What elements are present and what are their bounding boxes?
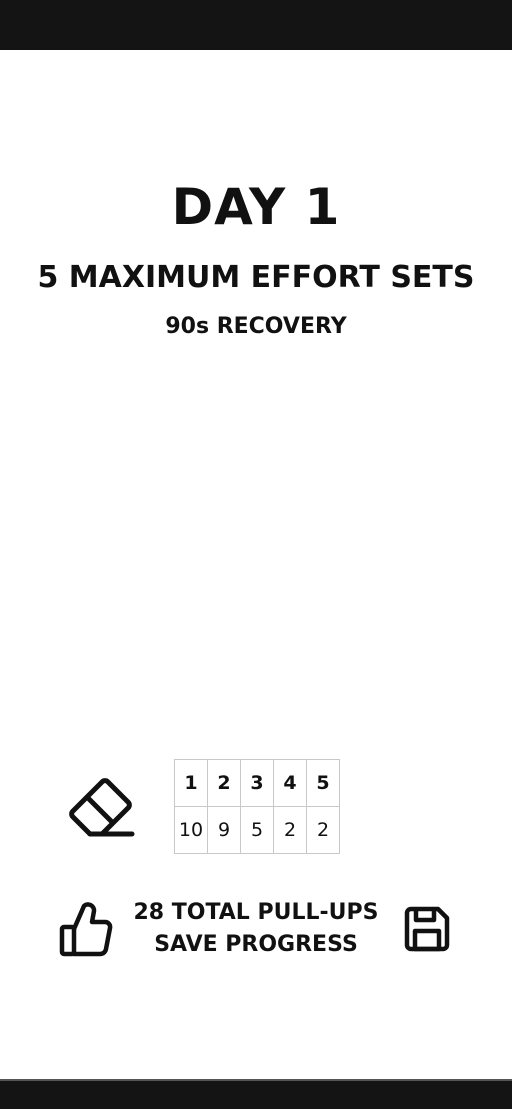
thumbs-up-icon[interactable] xyxy=(58,900,114,958)
set-reps[interactable]: 10 xyxy=(174,806,208,854)
navigation-bar xyxy=(0,1079,512,1109)
set-reps[interactable]: 5 xyxy=(240,806,274,854)
page-title: DAY 1 xyxy=(171,178,341,236)
set-number: 1 xyxy=(174,759,208,807)
set-reps[interactable]: 2 xyxy=(273,806,307,854)
set-number: 2 xyxy=(207,759,241,807)
floppy-disk-icon[interactable] xyxy=(402,904,452,954)
set-number: 4 xyxy=(273,759,307,807)
status-bar xyxy=(0,0,512,50)
set-number: 5 xyxy=(306,759,340,807)
set-reps[interactable]: 9 xyxy=(207,806,241,854)
total-pullups: 28 TOTAL PULL-UPS xyxy=(133,900,379,925)
set-reps[interactable]: 2 xyxy=(306,806,340,854)
sets-table: 1 2 3 4 5 10 9 5 2 2 xyxy=(174,759,340,854)
save-progress-button[interactable]: SAVE PROGRESS xyxy=(132,929,380,961)
set-number: 3 xyxy=(240,759,274,807)
recovery-time: 90s RECOVERY xyxy=(165,314,347,339)
summary: 28 TOTAL PULL-UPS SAVE PROGRESS xyxy=(132,897,380,961)
reps-row: 10 9 5 2 2 xyxy=(174,806,340,854)
sets-header-row: 1 2 3 4 5 xyxy=(174,759,340,807)
eraser-icon[interactable] xyxy=(66,774,138,840)
workout-description: 5 MAXIMUM EFFORT SETS xyxy=(37,260,475,295)
